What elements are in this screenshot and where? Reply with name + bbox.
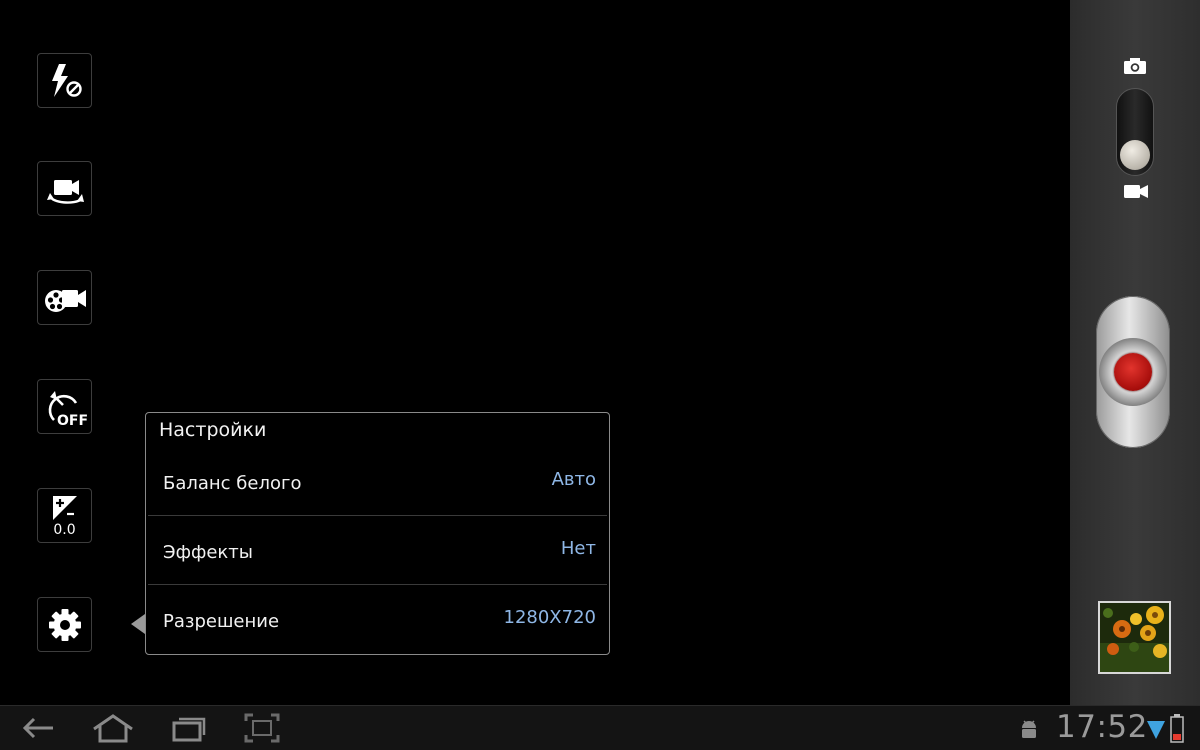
setting-white-balance[interactable]: Баланс белого Авто: [148, 447, 607, 516]
back-icon[interactable]: [22, 712, 56, 744]
battery-icon: [1170, 714, 1184, 743]
record-dot: [1114, 353, 1152, 391]
gear-icon: [48, 608, 81, 641]
home-icon[interactable]: [92, 712, 134, 744]
flash-off-button[interactable]: [37, 53, 92, 108]
system-navigation-bar: 17:52: [0, 705, 1200, 750]
camera-video-mode-switch[interactable]: [1116, 88, 1154, 176]
camera-control-panel: [1070, 0, 1200, 705]
switch-camera-button[interactable]: [37, 161, 92, 216]
exposure-value: 0.0: [53, 521, 76, 538]
popup-pointer: [131, 614, 145, 634]
camera-icon: [1124, 58, 1146, 74]
setting-value: Нет: [560, 538, 596, 559]
record-button[interactable]: [1096, 296, 1170, 448]
flash-off-icon: [51, 63, 82, 97]
setting-label: Разрешение: [163, 611, 280, 632]
setting-resolution[interactable]: Разрешение 1280X720: [148, 585, 607, 654]
settings-popup: Настройки Баланс белого Авто Эффекты Нет…: [145, 412, 610, 655]
settings-button[interactable]: [37, 597, 92, 652]
setting-label: Эффекты: [163, 542, 253, 563]
video-camera-icon: [1124, 185, 1148, 198]
record-icon: [1099, 338, 1167, 406]
setting-label: Баланс белого: [163, 473, 302, 494]
gallery-thumbnail[interactable]: [1098, 601, 1171, 674]
switch-camera-icon: [46, 179, 84, 204]
android-debug-icon: [1022, 720, 1036, 738]
wifi-icon: [1147, 721, 1165, 739]
setting-value: 1280X720: [503, 607, 597, 628]
popup-title: Настройки: [159, 419, 267, 441]
mode-switch-knob[interactable]: [1120, 140, 1150, 170]
status-clock: 17:52: [1056, 709, 1148, 745]
setting-effects[interactable]: Эффекты Нет: [148, 516, 607, 585]
timer-off-icon: OFF: [48, 390, 88, 428]
exposure-icon: [52, 495, 77, 520]
recent-apps-icon[interactable]: [171, 712, 207, 744]
screenshot-icon[interactable]: [244, 712, 280, 744]
setting-value: Авто: [551, 469, 596, 490]
video-film-icon: [44, 289, 86, 312]
exposure-button[interactable]: 0.0: [37, 488, 92, 543]
recording-mode-button[interactable]: [37, 270, 92, 325]
svg-text:OFF: OFF: [57, 413, 88, 428]
flower-photo: [1100, 603, 1169, 672]
timer-button[interactable]: OFF: [37, 379, 92, 434]
